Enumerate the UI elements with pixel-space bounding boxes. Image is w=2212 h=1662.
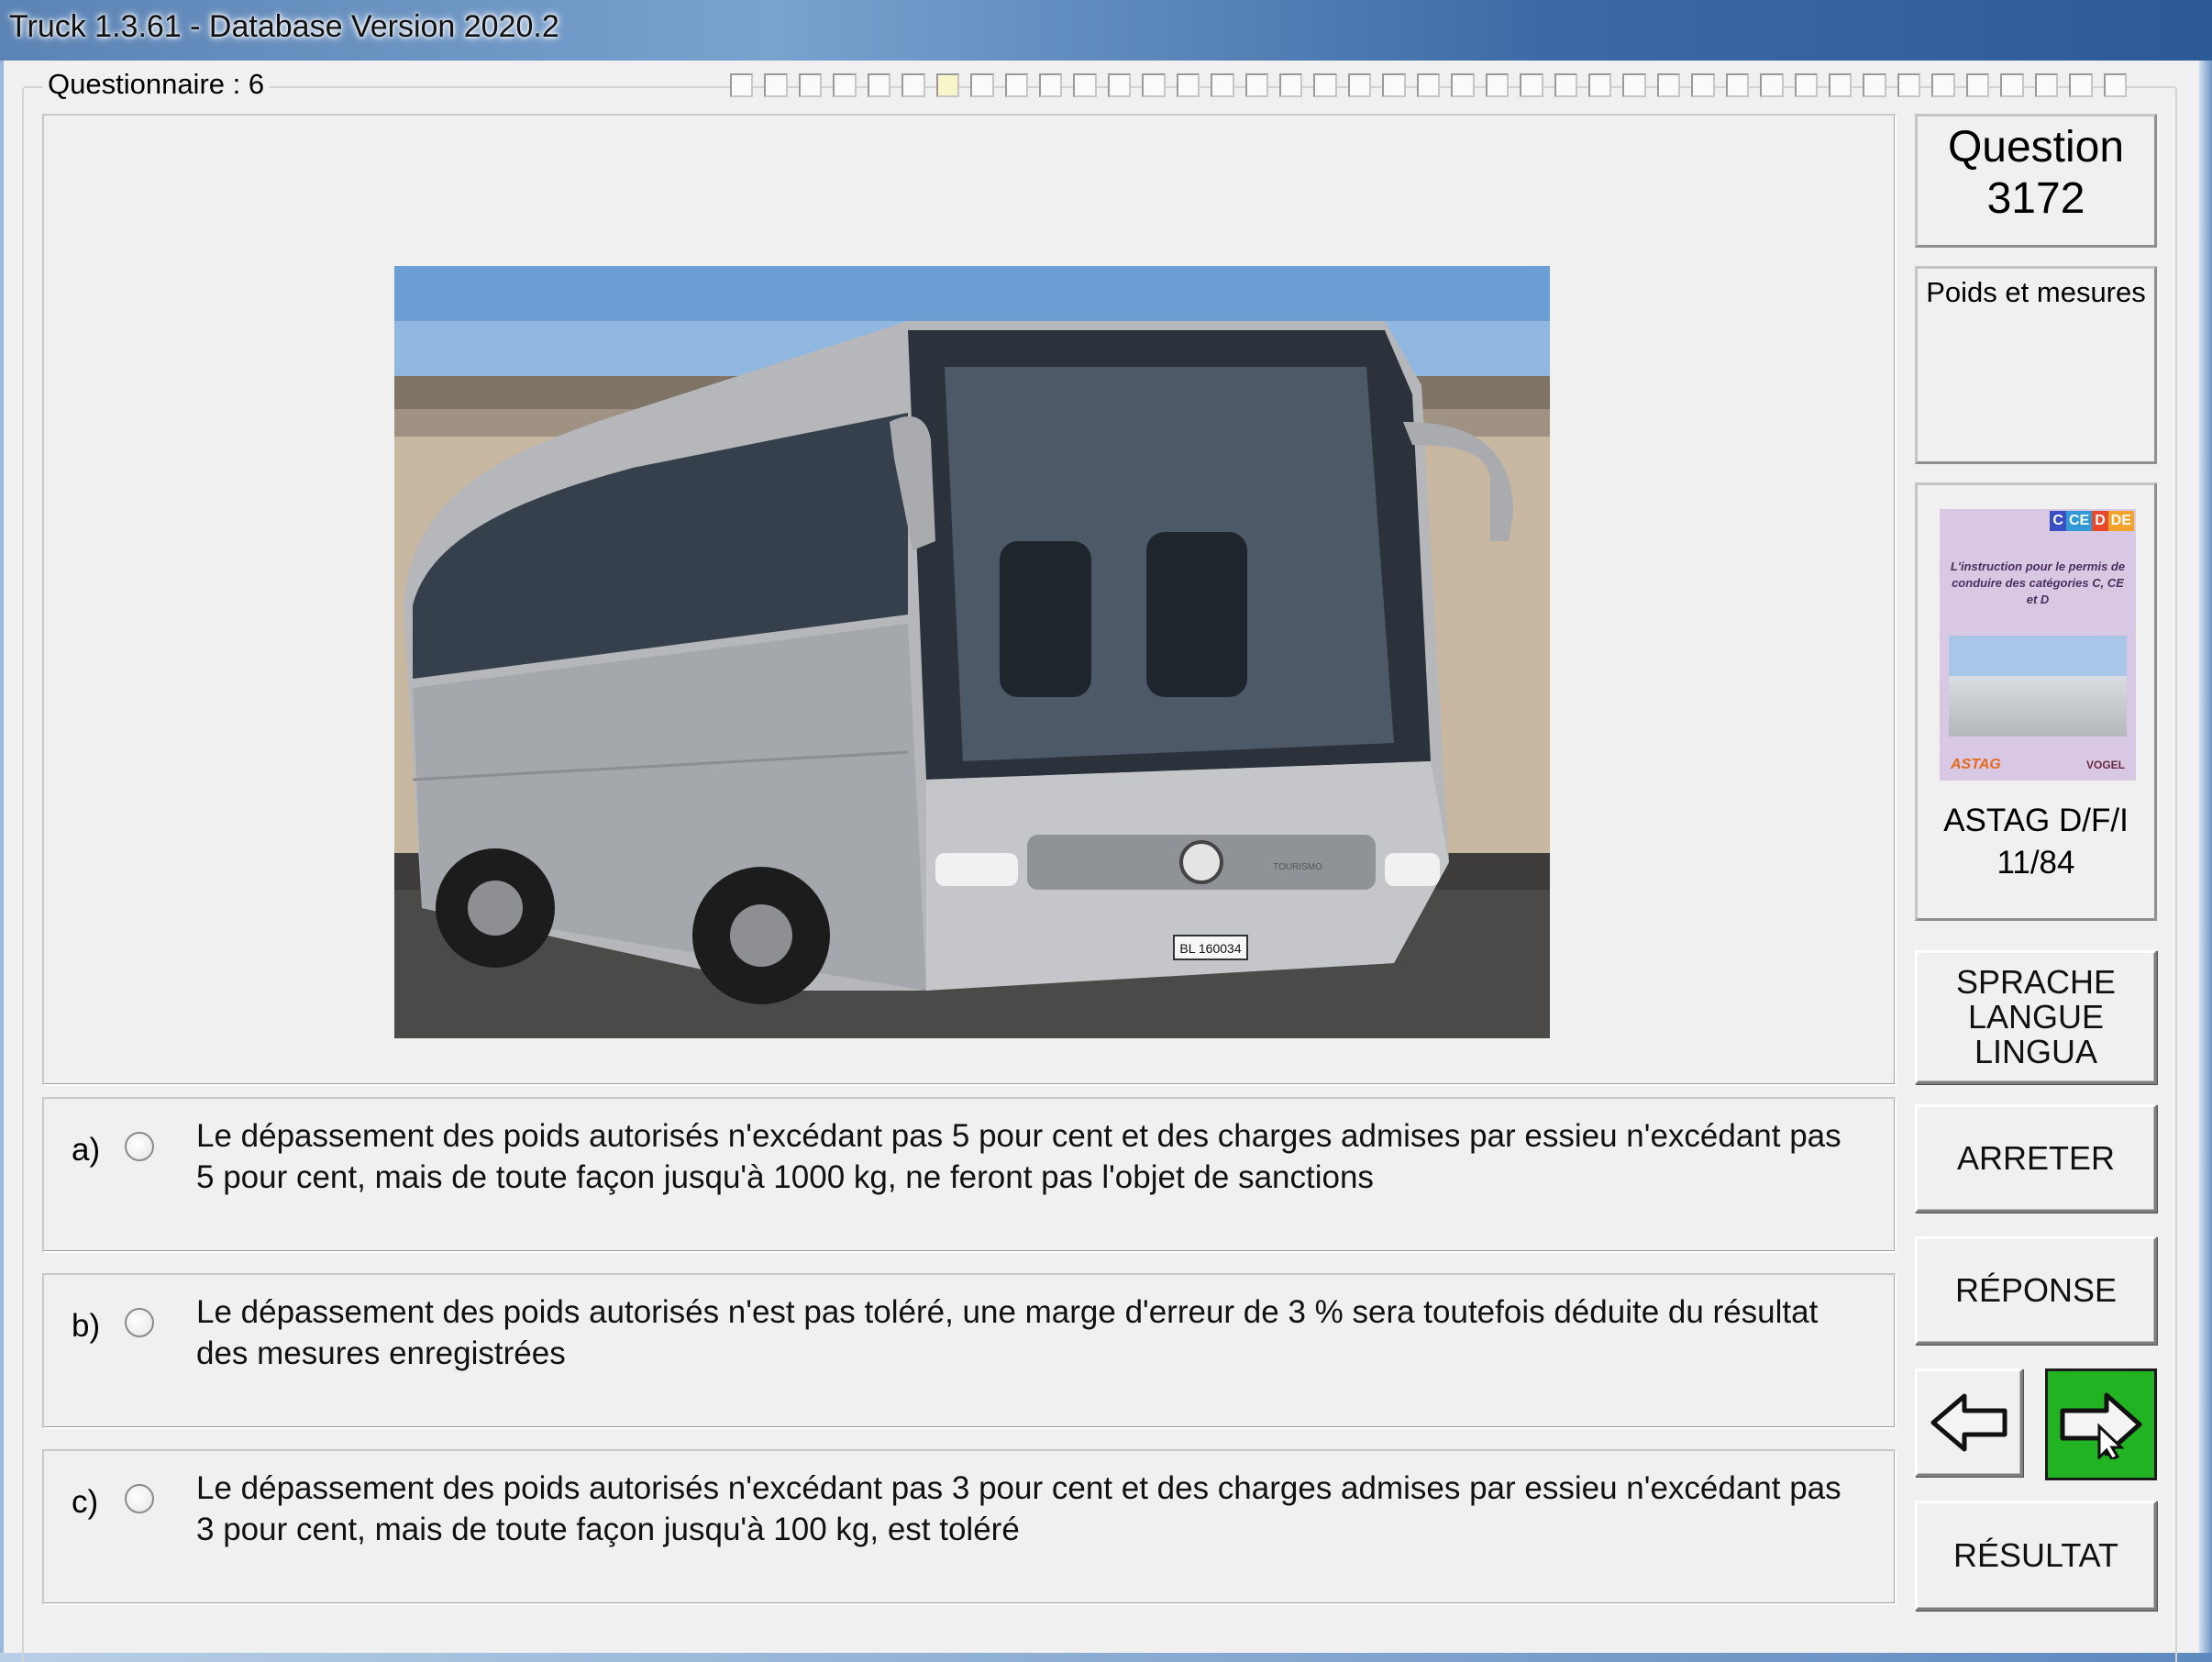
next-button[interactable] <box>2045 1368 2157 1480</box>
answer-radio-c[interactable] <box>125 1484 154 1513</box>
answer-letter: b) <box>72 1308 101 1344</box>
progress-segment <box>1382 73 1406 97</box>
result-label: RÉSULTAT <box>1952 1536 2119 1574</box>
progress-segment <box>2069 73 2093 97</box>
bus-photo: BL 160034 TOURISMO <box>394 266 1550 1038</box>
arrow-right-icon <box>2060 1392 2142 1459</box>
progress-segment <box>935 73 960 97</box>
language-label-fr: LANGUE <box>1967 998 2105 1036</box>
progress-segment <box>970 73 994 97</box>
language-label-it: LINGUA <box>1974 1033 2098 1070</box>
progress-segment <box>1038 73 1063 97</box>
progress-segment <box>1451 73 1475 97</box>
progress-segment <box>1244 73 1268 97</box>
progress-segment <box>1211 73 1234 97</box>
language-label-de: SPRACHE <box>1955 963 2117 1001</box>
progress-segment <box>798 73 823 97</box>
source-name: ASTAG D/F/I <box>1943 803 2129 838</box>
answer-option-c[interactable]: c) Le dépassement des poids autorisés n'… <box>42 1449 1897 1605</box>
progress-segment <box>1554 73 1577 97</box>
progress-segment <box>901 73 925 97</box>
answer-letter: a) <box>72 1132 101 1168</box>
previous-button[interactable] <box>1915 1368 2023 1477</box>
progress-segment <box>1897 73 1921 97</box>
progress-segment <box>1347 73 1372 97</box>
progress-segment <box>1863 73 1886 97</box>
progress-segment <box>1176 73 1200 97</box>
progress-segment <box>730 73 754 97</box>
questionnaire-label: Questionnaire : 6 <box>42 68 271 101</box>
stop-label: ARRETER <box>1956 1139 2116 1177</box>
answer-radio-b[interactable] <box>125 1308 154 1337</box>
bus-badge: TOURISMO <box>1273 862 1322 872</box>
answer-radio-a[interactable] <box>125 1132 154 1161</box>
progress-segment <box>833 73 857 97</box>
arrow-left-icon <box>1930 1393 2007 1452</box>
progress-segment <box>867 73 891 97</box>
progress-segment <box>1004 73 1028 97</box>
answer-label: RÉPONSE <box>1954 1271 2118 1309</box>
license-plate: BL 160034 <box>1179 941 1241 956</box>
stop-button[interactable]: ARRETER <box>1915 1104 2157 1213</box>
book-tag: CE <box>2065 511 2093 531</box>
book-tag: DE <box>2107 511 2134 531</box>
progress-segment <box>1107 73 1132 97</box>
category-box: Poids et mesures <box>1915 266 2157 464</box>
answer-text: Le dépassement des poids autorisés n'exc… <box>196 1470 1841 1547</box>
progress-segment <box>1691 73 1715 97</box>
client-area: Questionnaire : 6 BL 160034 TOURISMO a) … <box>4 61 2199 1662</box>
progress-segment <box>1485 73 1510 97</box>
progress-segment <box>1587 73 1612 97</box>
progress-segment <box>1279 73 1303 97</box>
window-frame-right <box>2199 61 2212 1662</box>
answer-option-b[interactable]: b) Le dépassement des poids autorisés n'… <box>42 1273 1897 1429</box>
result-button[interactable]: RÉSULTAT <box>1915 1501 2157 1611</box>
book-tag: D <box>2092 511 2108 531</box>
astag-logo: ASTAG <box>1951 757 2001 772</box>
show-answer-button[interactable]: RÉPONSE <box>1915 1236 2157 1345</box>
progress-segment <box>2103 73 2127 97</box>
book-title: L'instruction pour le permis de conduire… <box>1950 560 2126 606</box>
questionnaire-progress <box>730 73 2138 99</box>
progress-segment <box>1520 73 1543 97</box>
question-label: Question <box>1947 123 2125 172</box>
progress-segment <box>1965 73 1990 97</box>
question-image-panel: BL 160034 TOURISMO <box>42 114 1897 1086</box>
source-box: C CE D DE L'instruction pour le permis d… <box>1915 482 2157 921</box>
question-number: 3172 <box>1986 174 2085 223</box>
progress-segment <box>1416 73 1441 97</box>
window-title: Truck 1.3.61 - Database Version 2020.2 <box>9 9 559 44</box>
answer-option-a[interactable]: a) Le dépassement des poids autorisés n'… <box>42 1097 1897 1253</box>
progress-segment <box>1794 73 1818 97</box>
language-button[interactable]: SPRACHE LANGUE LINGUA <box>1915 950 2157 1084</box>
progress-segment <box>2000 73 2024 97</box>
progress-segment <box>1142 73 1166 97</box>
question-number-box: Question 3172 <box>1915 114 2157 248</box>
progress-segment <box>1313 73 1337 97</box>
book-cover-picture <box>1949 636 2127 737</box>
progress-segment <box>1725 73 1750 97</box>
answer-text: Le dépassement des poids autorisés n'exc… <box>196 1118 1841 1195</box>
progress-segment <box>1073 73 1097 97</box>
vogel-logo: VOGEL <box>2085 759 2125 771</box>
book-tag: C <box>2050 511 2066 531</box>
window-titlebar[interactable]: Truck 1.3.61 - Database Version 2020.2 <box>0 0 2212 61</box>
book-cover-image: C CE D DE L'instruction pour le permis d… <box>1940 509 2136 781</box>
progress-segment <box>764 73 788 97</box>
progress-segment <box>1760 73 1784 97</box>
source-page: 11/84 <box>1996 845 2075 881</box>
bus-illustration: BL 160034 TOURISMO <box>394 266 1550 1038</box>
answer-text: Le dépassement des poids autorisés n'est… <box>196 1294 1819 1371</box>
book-category-tags: C CE D DE <box>2050 511 2134 531</box>
progress-segment <box>1931 73 1955 97</box>
progress-segment <box>1829 73 1853 97</box>
progress-segment <box>1656 73 1681 97</box>
question-category: Poids et mesures <box>1926 276 2146 308</box>
answer-letter: c) <box>72 1484 99 1520</box>
progress-segment <box>2034 73 2059 97</box>
progress-segment <box>1622 73 1646 97</box>
